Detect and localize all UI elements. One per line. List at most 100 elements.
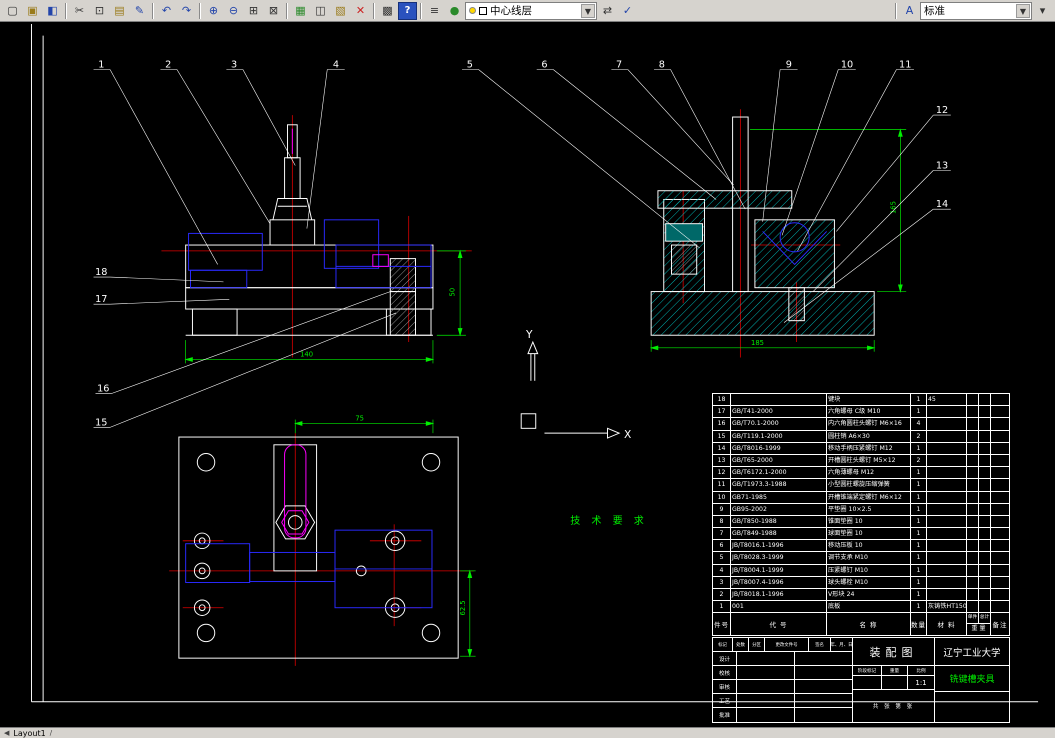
layers-icon[interactable]: ≡ [425,2,444,20]
sig-header: 标记 [713,638,733,652]
bom-part-name: 调节支承 M10 [827,552,911,565]
erase-icon[interactable]: ✕ [351,2,370,20]
bom-part-name: 六角薄螺母 M12 [827,467,911,480]
bom-remark [991,565,1009,577]
bom-weight-total [979,467,991,480]
bom-header-material: 材 料 [927,613,967,636]
redo-icon[interactable]: ↷ [177,2,196,20]
bom-part-name: 移动手柄压紧螺钉 M12 [827,442,911,455]
bom-weight-each [967,467,979,480]
bom-material [927,467,967,480]
bom-weight-each [967,528,979,541]
bom-seq: 12 [713,467,731,480]
bom-row: 18 键块 1 45 [713,394,1009,407]
style-combo[interactable]: 标准 ▼ [920,1,1032,20]
bom-header-code: 代 号 [731,613,827,636]
dim-side-width: 185 [751,339,764,347]
top-view[interactable]: 75 62.5 [169,415,476,666]
title-block[interactable]: 标记 处数 分区 更改文件号 签名 年、月、日 设计 校核 审核 工艺 批准 装… [712,637,1010,723]
sig-header: 处数 [733,638,749,652]
layer-color-icon[interactable]: ● [445,2,464,20]
bom-part-name: V形块 24 [827,589,911,602]
bom-material [927,564,967,577]
side-view[interactable]: 185 165 [649,109,907,358]
new-icon[interactable]: ▢ [3,2,22,20]
title-block-signatures: 标记 处数 分区 更改文件号 签名 年、月、日 设计 校核 审核 工艺 批准 [713,638,853,722]
bom-part-name: 移动压板 10 [827,540,911,553]
bom-qty: 1 [911,503,927,516]
bom-code [731,394,827,407]
scale-label: 比例 [916,668,926,674]
bom-seq: 18 [713,394,731,407]
dim-top-height: 62.5 [459,600,467,615]
bom-seq: 17 [713,406,731,419]
chevron-down-icon[interactable]: ▼ [581,3,595,18]
chevron-down-icon[interactable]: ▼ [1016,3,1030,18]
help-icon[interactable]: ? [398,1,417,20]
tab-scroll-icon[interactable]: ◀ [4,729,9,737]
undo-icon[interactable]: ↶ [157,2,176,20]
bom-weight-each [967,479,979,492]
bom-row: 14 GB/T8016-1999 移动手柄压紧螺钉 M12 1 [713,442,1009,455]
zoom-in-icon[interactable]: ⊕ [204,2,223,20]
zoom-out-icon[interactable]: ⊖ [224,2,243,20]
bom-row: 10 GB71-1985 开槽锥端紧定螺钉 M6×12 1 [713,491,1009,504]
bom-part-name: 球面垫圈 10 [827,528,911,541]
layout-tab[interactable]: Layout1 [13,729,45,738]
bom-weight-each [967,503,979,516]
technical-requirements[interactable]: 技 术 要 求 [500,512,718,532]
balloon-6: 6 [541,60,547,71]
bom-remark [991,479,1009,492]
main-toolbar: ▢ ▣ ◧ ✂ ⊡ ▤ ✎ ↶ ↷ ⊕ ⊖ ⊞ ⊠ ▦ ◫ ▧ ✕ ▩ ? ≡ … [0,0,1055,22]
drawing-area[interactable]: 140 50 185 165 75 62.5 Y X 1 2 3 4 5 6 7… [0,22,1055,727]
bom-row: 11 GB/T1973.3-1988 小型圆柱螺旋压缩弹簧 1 [713,479,1009,492]
zoom-previous-icon[interactable]: ⊠ [264,2,283,20]
overflow-icon[interactable]: ▾ [1033,2,1052,20]
list-icon[interactable]: ▧ [331,2,350,20]
bom-part-name: 内六角圆柱头螺钉 M6×16 [827,418,911,431]
bom-remark [991,406,1009,419]
paste-icon[interactable]: ▤ [110,2,129,20]
bom-qty: 1 [911,589,927,602]
copy-icon[interactable]: ⊡ [90,2,109,20]
bom-remark [991,455,1009,468]
text-style-icon[interactable]: A [900,2,919,20]
bom-material [927,406,967,419]
balloon-3: 3 [231,60,237,71]
bom-code: JB/T8018.1-1996 [731,589,827,602]
format-painter-icon[interactable]: ✎ [130,2,149,20]
bom-code: JB/T8004.1-1999 [731,564,827,577]
bom-code: GB/T6172.1-2000 [731,467,827,480]
bom-remark [991,443,1009,455]
bom-weight-total [979,589,991,602]
bom-weight-each [967,515,979,529]
bom-code: GB/T850-1988 [731,515,827,529]
bom-qty: 1 [911,467,927,480]
bom-part-name: 键块 [827,394,911,407]
save-icon[interactable]: ◧ [43,2,62,20]
status-bar: ◀ Layout1 / [0,727,1055,738]
bom-material [927,576,967,589]
toolbar-separator [65,2,67,19]
open-icon[interactable]: ▣ [23,2,42,20]
bom-remark [991,577,1009,589]
cut-icon[interactable]: ✂ [70,2,89,20]
bom-weight-each [967,418,979,431]
balloon-10: 10 [841,60,853,71]
bom-weight-each [967,454,979,468]
layer-swap-icon[interactable]: ⇄ [598,2,617,20]
bom-qty: 1 [911,552,927,565]
bom-remark [991,589,1009,602]
layer-check-icon[interactable]: ✓ [618,2,637,20]
bom-row: 2 JB/T8018.1-1996 V形块 24 1 [713,589,1009,602]
bom-weight-total [979,454,991,468]
bom-weight-total [979,540,991,553]
bom-part-name: 球头螺栓 M10 [827,576,911,589]
parts-list[interactable]: 18 键块 1 45 17 GB/T41-2000 六角螺母 C级 M10 1 [712,393,1010,637]
layer-combo[interactable]: 中心线层 ▼ [465,1,597,20]
grid-icon[interactable]: ▩ [378,2,397,20]
table-icon[interactable]: ▦ [291,2,310,20]
zoom-window-icon[interactable]: ⊞ [244,2,263,20]
toolbar-separator [373,2,375,19]
sheet-icon[interactable]: ◫ [311,2,330,20]
